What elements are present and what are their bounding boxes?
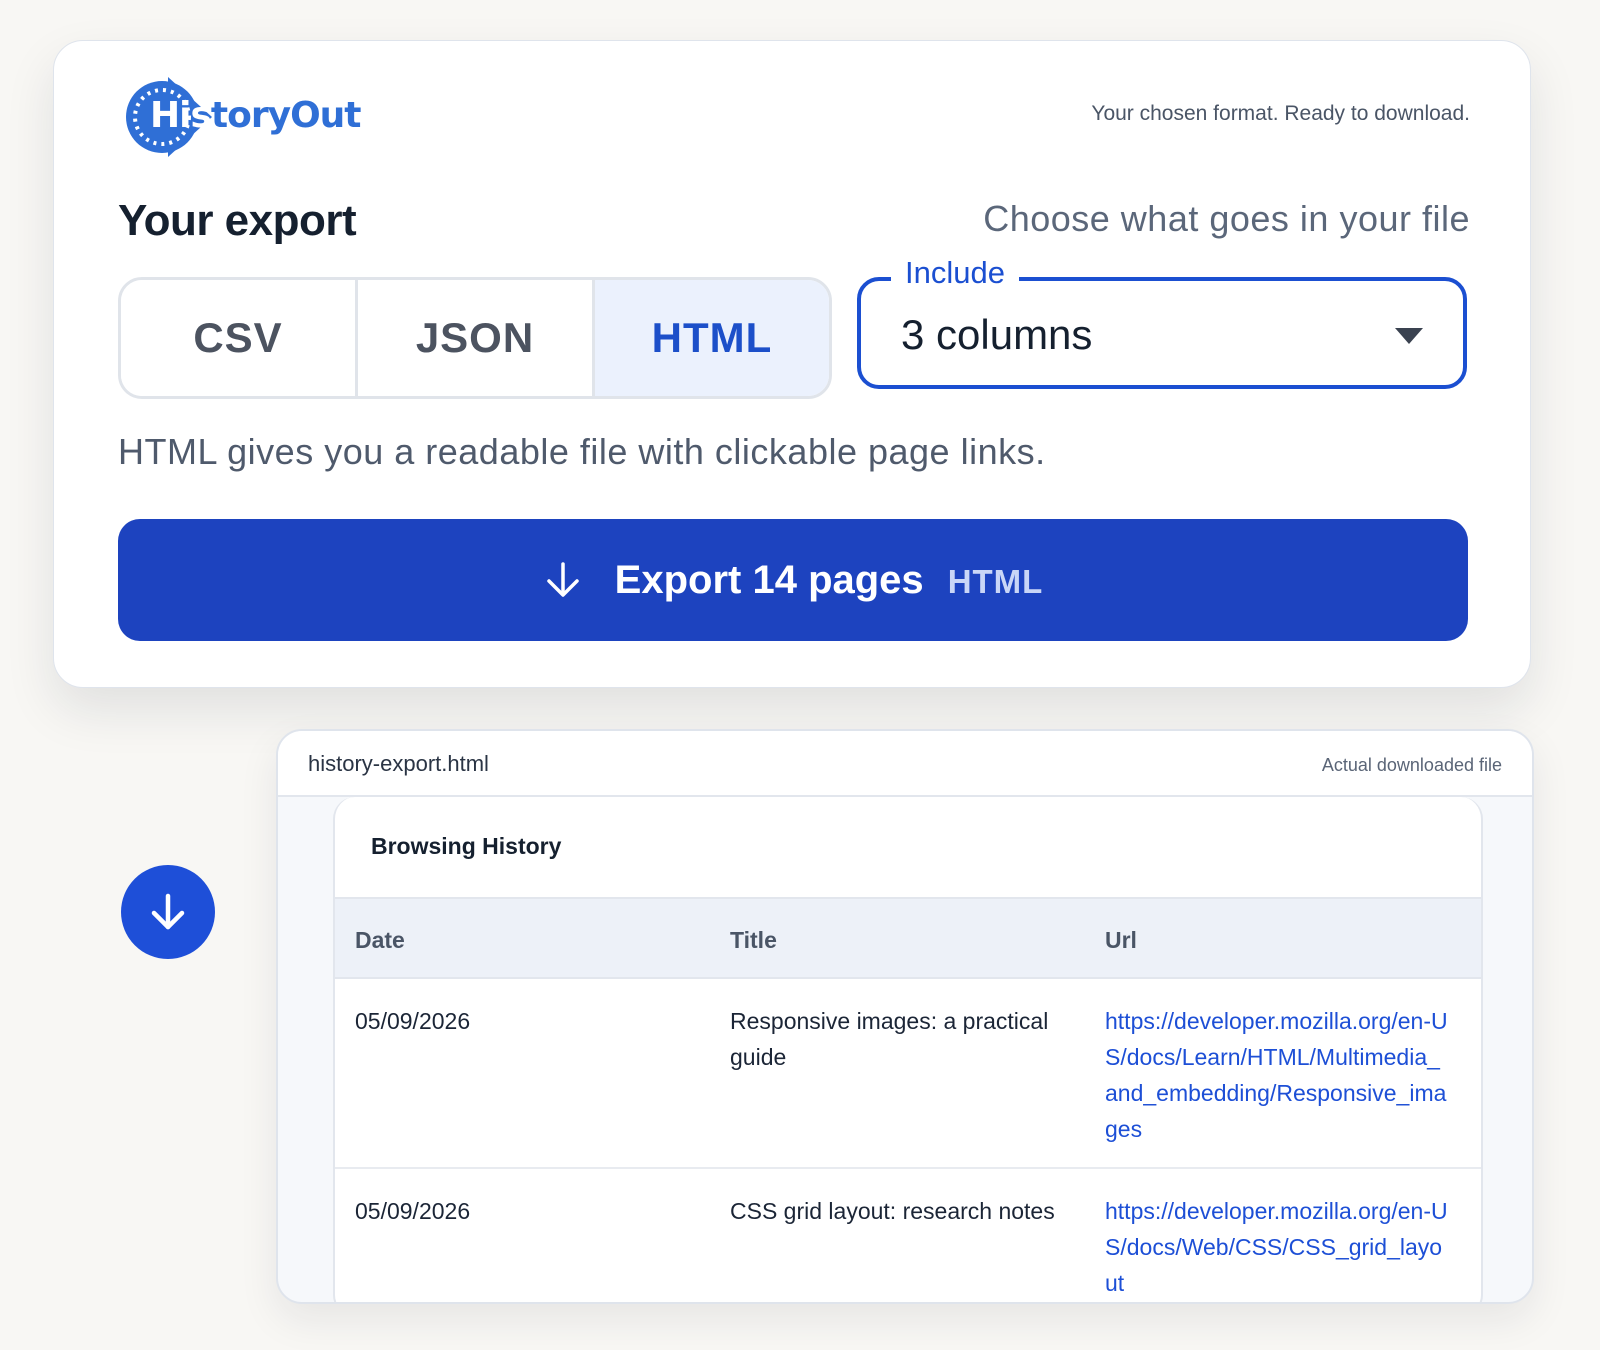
row-date: 05/09/2026: [355, 1198, 471, 1224]
file-preview: history-export.html Actual downloaded fi…: [276, 729, 1534, 1304]
status-text: Your chosen format. Ready to download.: [1091, 102, 1470, 125]
export-button-format: HTML: [947, 563, 1044, 600]
export-button-label: Export 14 pages: [614, 557, 924, 602]
table-header: Date Title Url: [335, 897, 1481, 979]
page-title: Your export: [118, 196, 357, 245]
table-row: 05/09/2026 CSS grid layout: research not…: [335, 1169, 1481, 1302]
export-card: HistoryOut Your chosen format. Ready to …: [53, 40, 1531, 688]
row-url-link[interactable]: https://developer.mozilla.org/en-US/docs…: [1105, 1003, 1450, 1147]
file-preview-header: history-export.html Actual downloaded fi…: [278, 731, 1532, 797]
format-json-button[interactable]: JSON: [358, 280, 595, 396]
arrow-down-icon: [546, 562, 579, 597]
include-value: 3 columns: [901, 311, 1093, 358]
table-row: 05/09/2026 Responsive images: a practica…: [335, 979, 1481, 1169]
download-button[interactable]: [121, 865, 215, 959]
logo-text: HistoryOut: [150, 95, 362, 136]
format-selector: CSV JSON HTML: [118, 277, 832, 399]
row-url-link[interactable]: https://developer.mozilla.org/en-US/docs…: [1105, 1193, 1450, 1301]
download-icon: [151, 893, 185, 930]
file-note: Actual downloaded file: [1321, 755, 1502, 775]
column-header-date: Date: [355, 927, 405, 953]
format-html-button[interactable]: HTML: [595, 280, 829, 396]
caret-down-icon: [1395, 328, 1423, 344]
file-name: history-export.html: [308, 751, 489, 776]
page-subtitle: Choose what goes in your file: [983, 198, 1470, 239]
include-select[interactable]: Include 3 columns: [857, 255, 1467, 389]
row-title: Responsive images: a practical guide: [730, 1008, 1049, 1070]
row-date: 05/09/2026: [355, 1008, 471, 1034]
include-label: Include: [891, 255, 1019, 291]
document-title: Browsing History: [371, 833, 562, 859]
format-csv-button[interactable]: CSV: [121, 280, 358, 396]
format-description: HTML gives you a readable file with clic…: [118, 431, 1046, 472]
row-title: CSS grid layout: research notes: [730, 1198, 1055, 1224]
export-button[interactable]: Export 14 pages HTML: [118, 519, 1468, 641]
historyout-logo: HistoryOut: [120, 75, 362, 159]
column-header-url: Url: [1105, 927, 1137, 953]
document-preview: Browsing History Date Title Url 05/09/20…: [333, 797, 1483, 1302]
column-header-title: Title: [730, 927, 777, 953]
